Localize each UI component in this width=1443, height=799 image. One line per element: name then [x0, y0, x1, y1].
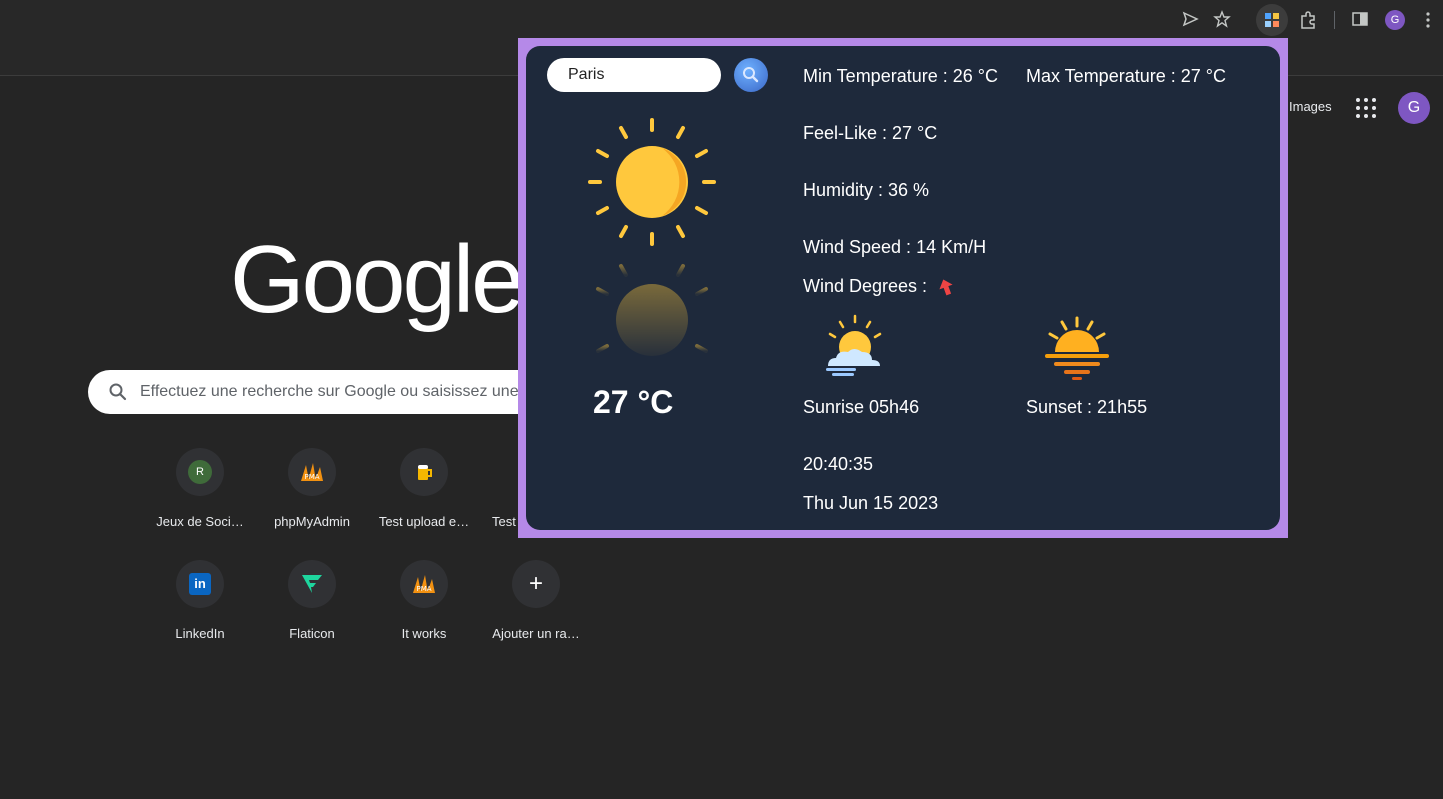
wind-speed: Wind Speed : 14 Km/H	[803, 237, 987, 257]
shortcut-label: phpMyAdmin	[274, 514, 350, 529]
wind-degrees-row: Wind Degrees :	[803, 276, 954, 297]
max-temperature: Max Temperature : 27 °C	[1026, 66, 1226, 86]
magnifier-icon	[743, 67, 759, 83]
search-icon	[109, 383, 127, 401]
browser-toolbar: G	[0, 0, 1443, 38]
shortcut-label: Test upload e…	[378, 514, 470, 529]
add-shortcut-tile[interactable]: + Ajouter un ra…	[480, 560, 592, 641]
sun-weather-icon	[588, 118, 716, 246]
shortcut-tile[interactable]: Test	[480, 448, 518, 529]
feels-like: Feel-Like : 27 °C	[803, 123, 938, 143]
weather-extension-button[interactable]	[1256, 4, 1288, 36]
images-link[interactable]: Images	[1289, 99, 1332, 114]
shortcut-label: Test	[492, 514, 516, 529]
city-search-input[interactable]	[547, 58, 721, 92]
shortcut-tile[interactable]: in LinkedIn	[144, 560, 256, 641]
extensions-puzzle-icon[interactable]	[1298, 10, 1318, 30]
sunrise-icon	[826, 314, 882, 376]
sunset-time: Sunset : 21h55	[1026, 397, 1148, 417]
more-vert-icon[interactable]	[1418, 10, 1438, 30]
shortcut-label: Flaticon	[289, 626, 335, 641]
svg-text:PMA: PMA	[416, 585, 431, 593]
svg-text:PMA: PMA	[304, 473, 319, 481]
shortcut-label: LinkedIn	[175, 626, 225, 641]
phpmyadmin-icon: PMA	[288, 448, 336, 496]
current-date: Thu Jun 15 2023	[803, 493, 939, 513]
shortcut-favicon: R	[176, 448, 224, 496]
weather-popup: 27 °C Min Temperature : 26 °C Max Temper…	[526, 46, 1280, 530]
search-placeholder: Effectuez une recherche sur Google ou sa…	[140, 383, 519, 400]
search-city-button[interactable]	[734, 58, 768, 92]
current-temperature: 27 °C	[593, 384, 674, 420]
shortcut-label: Jeux de Soci…	[156, 514, 244, 529]
sunrise-time: Sunrise 05h46	[803, 397, 920, 417]
shortcut-tile[interactable]: R Jeux de Soci…	[144, 448, 256, 529]
shortcut-tile[interactable]: PMA phpMyAdmin	[256, 448, 368, 529]
side-panel-icon[interactable]	[1350, 10, 1370, 30]
shortcut-tile[interactable]: PMA It works	[368, 560, 480, 641]
toolbar-divider	[1334, 11, 1335, 29]
plus-icon: +	[512, 560, 560, 608]
linkedin-icon: in	[176, 560, 224, 608]
wind-direction-arrow-icon	[939, 279, 953, 296]
profile-avatar[interactable]: G	[1385, 10, 1405, 30]
current-time: 20:40:35	[803, 454, 874, 474]
phpmyadmin-icon: PMA	[400, 560, 448, 608]
bookmark-star-icon[interactable]	[1212, 10, 1232, 30]
account-avatar[interactable]: G	[1398, 92, 1430, 124]
send-icon[interactable]	[1180, 10, 1200, 30]
shortcut-tile[interactable]: Test upload e…	[368, 448, 480, 529]
shortcut-tile[interactable]: Flaticon	[256, 560, 368, 641]
flaticon-icon	[288, 560, 336, 608]
google-logo: Google	[230, 226, 525, 333]
weather-extension-icon	[1265, 13, 1279, 27]
min-temperature: Min Temperature : 26 °C	[803, 66, 998, 86]
beer-mug-icon	[400, 448, 448, 496]
sun-reflection-icon	[588, 256, 716, 356]
shortcut-label: Ajouter un ra…	[492, 626, 580, 641]
humidity: Humidity : 36 %	[803, 180, 930, 200]
wind-degrees-label: Wind Degrees :	[803, 276, 928, 296]
sunset-icon	[1045, 316, 1109, 380]
shortcut-label: It works	[401, 626, 447, 641]
google-apps-icon[interactable]	[1356, 98, 1376, 118]
